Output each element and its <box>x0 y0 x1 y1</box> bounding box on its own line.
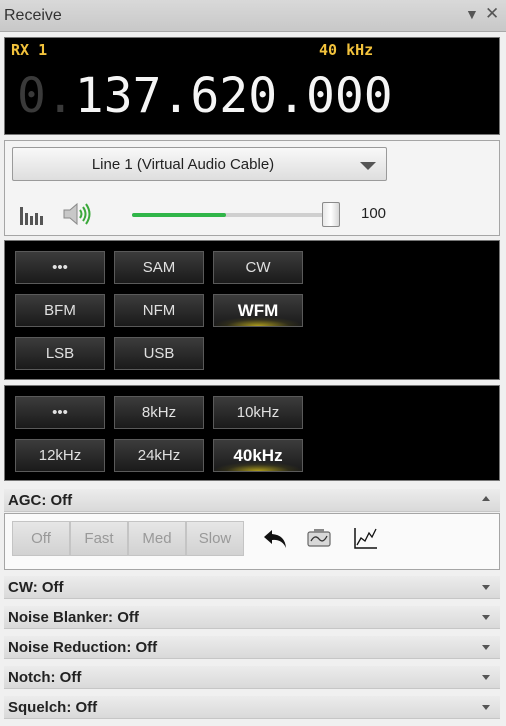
bandwidth-more-button[interactable]: ••• <box>15 396 105 429</box>
chevron-down-icon <box>482 675 490 680</box>
bandwidth-40khz-button[interactable]: 40kHz <box>213 439 303 472</box>
chevron-down-icon <box>482 585 490 590</box>
bandwidth-10khz-button[interactable]: 10kHz <box>213 396 303 429</box>
frequency-value[interactable]: 0.137.620.000 <box>17 68 393 124</box>
chevron-down-icon <box>482 645 490 650</box>
bandwidth-panel: ••• 8kHz 10kHz 12kHz 24kHz 40kHz <box>4 385 500 481</box>
audio-panel: Line 1 (Virtual Audio Cable) 100 <box>4 140 500 236</box>
noise-reduction-header-label: Noise Reduction: Off <box>8 639 158 656</box>
gain-settings-icon[interactable] <box>305 526 335 552</box>
close-icon[interactable]: ✕ <box>485 4 499 24</box>
frequency-leading-digits: 0. <box>17 68 75 124</box>
rx-label: RX 1 <box>11 41 48 59</box>
notch-header-label: Notch: Off <box>8 669 82 686</box>
agc-fast-button[interactable]: Fast <box>70 521 128 556</box>
undo-arrow-icon[interactable] <box>261 526 291 552</box>
chevron-down-icon <box>482 705 490 710</box>
speaker-icon[interactable] <box>61 201 93 227</box>
audio-device-value: Line 1 (Virtual Audio Cable) <box>91 156 275 173</box>
audio-device-select[interactable]: Line 1 (Virtual Audio Cable) <box>12 147 387 181</box>
agc-section-header[interactable]: AGC: Off <box>4 489 500 512</box>
mode-lsb-button[interactable]: LSB <box>15 337 105 370</box>
window-title: Receive <box>4 7 62 24</box>
mode-nfm-button[interactable]: NFM <box>114 294 204 327</box>
frequency-main-digits: 137.620.000 <box>74 68 393 124</box>
frequency-display[interactable]: RX 1 40 kHz 0.137.620.000 <box>4 37 500 135</box>
chevron-down-icon <box>360 162 376 170</box>
agc-header-label: AGC: Off <box>8 492 73 509</box>
noise-reduction-section-header[interactable]: Noise Reduction: Off <box>4 636 500 659</box>
volume-slider[interactable] <box>132 213 340 217</box>
bandwidth-12khz-button[interactable]: 12kHz <box>15 439 105 472</box>
mode-panel: ••• SAM CW BFM NFM WFM LSB USB <box>4 240 500 380</box>
noise-blanker-section-header[interactable]: Noise Blanker: Off <box>4 606 500 629</box>
mode-usb-button[interactable]: USB <box>114 337 204 370</box>
pin-dropdown-icon[interactable]: ▼ <box>465 6 479 22</box>
agc-panel: Off Fast Med Slow <box>4 513 500 570</box>
noise-blanker-header-label: Noise Blanker: Off <box>8 609 139 626</box>
mode-sam-button[interactable]: SAM <box>114 251 204 284</box>
squelch-header-label: Squelch: Off <box>8 699 98 716</box>
squelch-section-header[interactable]: Squelch: Off <box>4 696 500 719</box>
bandwidth-24khz-button[interactable]: 24kHz <box>114 439 204 472</box>
volume-slider-thumb[interactable] <box>322 202 340 227</box>
cw-header-label: CW: Off <box>8 579 64 596</box>
volume-value: 100 <box>361 205 387 222</box>
volume-fill <box>132 213 226 217</box>
mode-cw-button[interactable]: CW <box>213 251 303 284</box>
notch-section-header[interactable]: Notch: Off <box>4 666 500 689</box>
graph-icon[interactable] <box>351 526 381 552</box>
level-meter-icon[interactable] <box>19 205 45 225</box>
bandwidth-readout: 40 kHz <box>319 41 374 59</box>
bandwidth-8khz-button[interactable]: 8kHz <box>114 396 204 429</box>
mode-bfm-button[interactable]: BFM <box>15 294 105 327</box>
chevron-down-icon <box>482 615 490 620</box>
agc-slow-button[interactable]: Slow <box>186 521 244 556</box>
title-bar: Receive ▼ ✕ <box>0 0 506 32</box>
agc-med-button[interactable]: Med <box>128 521 186 556</box>
agc-off-button[interactable]: Off <box>12 521 70 556</box>
mode-more-button[interactable]: ••• <box>15 251 105 284</box>
mode-wfm-button[interactable]: WFM <box>213 294 303 327</box>
chevron-up-icon <box>482 496 490 501</box>
cw-section-header[interactable]: CW: Off <box>4 576 500 599</box>
